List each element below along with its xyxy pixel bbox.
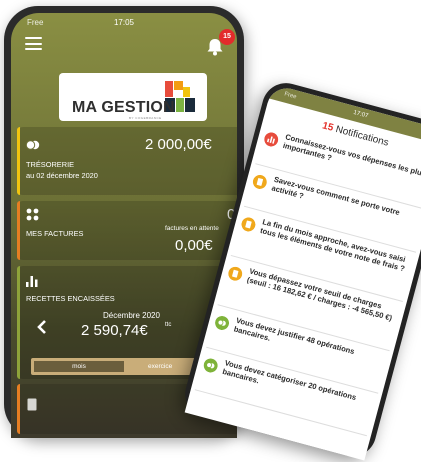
bar-chart-icon (264, 132, 279, 147)
carrier-label: Free (283, 91, 298, 101)
recettes-period: Décembre 2020 (103, 311, 160, 320)
status-time: 17:07 (352, 109, 369, 120)
tresorerie-label: TRÉSORERIE (26, 160, 75, 169)
invoices-icon (26, 208, 39, 221)
status-bar: Free 17:05 (11, 16, 237, 30)
bar-chart-icon (26, 276, 38, 287)
factures-label: MES FACTURES (26, 229, 84, 238)
coins-icon (203, 358, 218, 373)
notifications-count: 15 (320, 120, 335, 134)
recettes-label: RECETTES ENCAISSÉES (26, 294, 115, 303)
document-icon (241, 217, 256, 232)
factures-value: 0,00€ (175, 237, 213, 254)
ma-gestion-logo: MA GESTION BY COGEBRANCE (59, 73, 207, 121)
toggle-exercice[interactable]: exercice (148, 361, 172, 372)
factures-waiting-label: factures en attente (165, 225, 219, 232)
logo-text: MA GESTION (72, 99, 175, 116)
document-icon (228, 266, 243, 281)
carrier-label: Free (27, 18, 44, 27)
chevron-left-icon[interactable] (37, 320, 47, 334)
tresorerie-card[interactable]: 2 000,00€ TRÉSORERIE au 02 décembre 2020 (17, 127, 237, 195)
coins-icon (215, 315, 230, 330)
tresorerie-value: 2 000,00€ (145, 136, 212, 153)
card-accent-bar (17, 384, 20, 434)
menu-icon[interactable] (25, 37, 42, 50)
status-time: 17:05 (113, 18, 135, 27)
card-accent-bar (17, 127, 20, 195)
recettes-suffix: ttc (165, 322, 172, 328)
factures-card[interactable]: 0 MES FACTURES factures en attente 0,00€ (17, 201, 237, 260)
card-accent-bar (17, 266, 20, 379)
document-icon (27, 398, 37, 411)
notification-count-badge: 15 (219, 29, 235, 45)
tresorerie-date: au 02 décembre 2020 (26, 171, 98, 180)
recettes-value: 2 590,74€ (81, 322, 148, 339)
coins-icon (26, 140, 40, 150)
card-accent-bar (17, 201, 20, 260)
document-icon (252, 174, 267, 189)
toggle-mois[interactable]: mois (34, 361, 124, 372)
logo-subtext: BY COGEBRANCE (129, 116, 162, 120)
